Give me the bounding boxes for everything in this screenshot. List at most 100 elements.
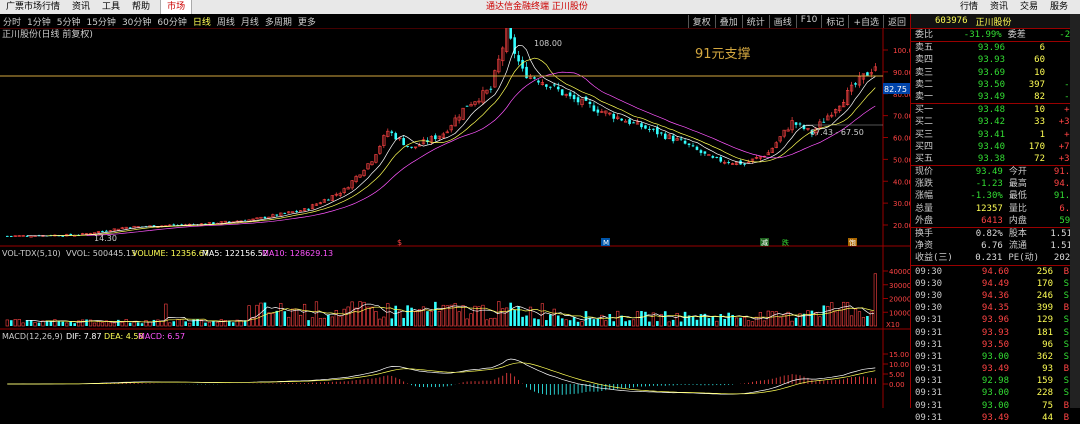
macd-line [7,362,876,395]
event-marker[interactable]: 饱 [849,238,856,247]
macd-line [7,358,876,395]
stat-value: 6413 [981,215,1003,226]
volume-bar [521,316,524,326]
menu-right-news[interactable]: 资讯 [984,0,1014,14]
menu-item-news[interactable]: 资讯 [66,0,96,14]
market-tab[interactable]: 市场 [160,0,193,15]
candle-body [727,162,730,164]
tick-flag: B [1063,412,1069,423]
volume-bar [299,314,303,327]
period-tab[interactable]: 分时 [0,15,24,28]
menu-right-service[interactable]: 服务 [1044,0,1074,14]
period-tab[interactable]: 30分钟 [119,15,154,28]
period-tab[interactable]: 更多 [295,15,319,28]
macd-value: MACD: 6.57 [138,332,185,341]
event-marker[interactable]: M [603,239,609,247]
candle-body [699,150,703,153]
period-tab[interactable]: 周线 [214,15,238,28]
book-price: 93.42 [977,117,1005,128]
period-tab[interactable]: 月线 [238,15,262,28]
volume-bar [168,322,172,327]
event-marker[interactable]: $ [397,238,402,247]
period-tab[interactable]: 60分钟 [154,15,189,28]
tick-flag: S [1063,327,1069,338]
tick-time: 09:31 [915,412,943,423]
volume-bar [144,320,148,327]
candle-body [854,83,857,85]
volume-bar [445,305,449,327]
tick-row: 09:31 93.96 129 S [911,314,1080,326]
volume-bar [73,323,76,326]
vol-ma5: MA5: 122156.52 [202,249,268,258]
right-sidebar[interactable] [1070,14,1080,408]
candle-body [560,89,564,96]
toolbar-button[interactable]: 统计 [741,14,769,28]
stat-label: 收益(三) [915,253,953,264]
volume-bar [327,314,330,326]
toolbar-button[interactable]: 画线 [768,14,796,28]
kline-chart[interactable]: 正川股份(日线 前复权) 100.0090.0080.0070.0060.005… [0,28,910,408]
quote-header: 603976 正川股份 [911,14,1080,28]
volume-bar [683,311,687,326]
tick-row: 09:30 94.36 246 S [911,290,1080,302]
volume-bar [69,321,73,326]
stat-value: 6.76 [981,241,1003,252]
volume-bar [667,321,671,327]
volume-bar [390,318,394,326]
tick-time: 09:30 [915,278,943,289]
menu-item-market[interactable]: 广票市场行情 [0,0,66,14]
volume-bar [354,307,358,327]
toolbar-button[interactable]: +自选 [848,14,883,28]
toolbar-button[interactable]: 复权 [687,14,715,28]
period-tab-active[interactable]: 日线 [190,15,214,28]
volume-bar [568,320,572,326]
toolbar-button[interactable]: F10 [795,14,822,28]
candle-body [707,154,711,156]
candle-body [402,138,405,146]
ask-book: 卖五93.966卖四93.9360卖三93.6910卖二93.50397-7卖一… [911,41,1080,103]
volume-bar [156,319,160,327]
event-marker[interactable]: 跌 [782,238,789,247]
volume-bar [608,314,612,326]
candle-body [703,151,707,154]
volume-bar [750,321,755,327]
volume-bar [358,301,362,327]
menu-right: 行情 资讯 交易 服务 [954,0,1074,14]
menu-item-tools[interactable]: 工具 [96,0,126,14]
stat-row: 总量12357量比6.33 [911,203,1080,215]
tick-time: 09:31 [915,315,943,326]
volume-bar [842,301,846,327]
tick-volume: 44 [1042,412,1053,423]
event-marker[interactable]: 减 [761,238,768,247]
volume-bar [525,315,528,326]
tick-row: 09:31 93.00 75 B [911,400,1080,412]
toolbar-button[interactable]: 标记 [821,14,848,28]
tick-row: 09:30 94.35 399 B [911,302,1080,314]
volume-bar [374,311,378,327]
book-label: 买五 [915,153,934,164]
period-tab[interactable]: 1分钟 [24,15,54,28]
candle-body [588,101,592,105]
volume-bar [291,308,295,327]
menu-item-help[interactable]: 帮助 [126,0,156,14]
period-tab[interactable]: 15分钟 [83,15,118,28]
volume-bar [362,301,366,327]
volume-bar [85,319,88,326]
volume-bar [857,311,862,327]
menu-right-quote[interactable]: 行情 [954,0,984,14]
volume-bar [457,311,461,327]
book-row: 卖二93.50397-7 [911,79,1080,91]
candle-body [9,235,13,237]
volume-bar [310,317,315,327]
toolbar-button[interactable]: 叠加 [714,14,742,28]
candle-body [489,88,493,90]
period-toolbar: 分时 1分钟 5分钟 15分钟 30分钟 60分钟 日线 周线 月线 多周期 更… [0,14,910,29]
toolbar-button[interactable]: 返回 [882,14,910,28]
volume-bar [283,311,287,326]
period-tab[interactable]: 多周期 [262,15,295,28]
tick-time: 09:31 [915,327,943,338]
menu-right-trade[interactable]: 交易 [1014,0,1044,14]
bid-book: 买一93.4810+9买二93.4233+33买三93.411+1买四93.40… [911,103,1080,165]
period-tab[interactable]: 5分钟 [54,15,84,28]
tick-time: 09:30 [915,303,943,314]
